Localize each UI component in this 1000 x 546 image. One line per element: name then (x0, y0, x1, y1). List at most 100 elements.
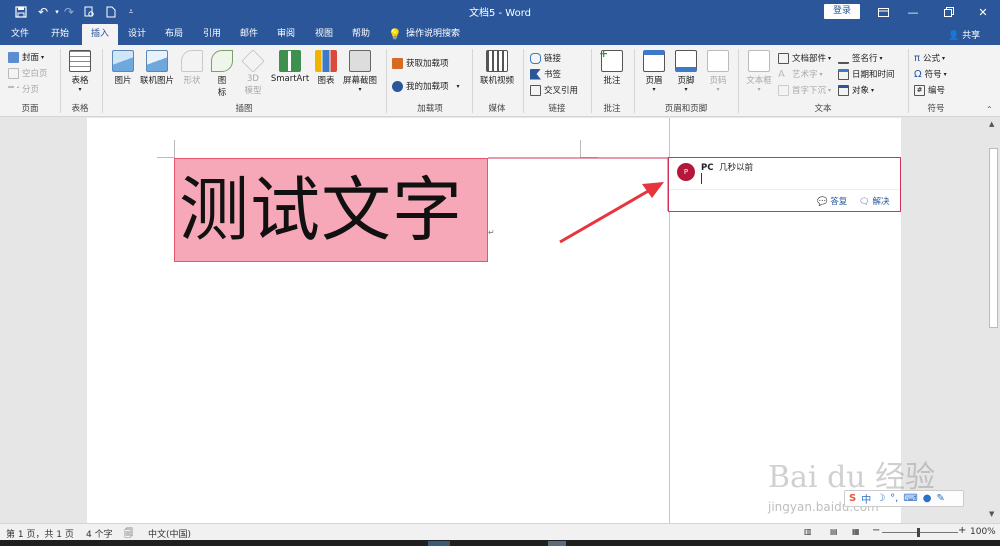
ribbon-display-options-icon[interactable] (866, 0, 900, 24)
drop-cap-label: 首字下沉 (792, 86, 827, 96)
chevron-down-icon: ▾ (456, 82, 460, 90)
tab-mailings[interactable]: 邮件 (232, 24, 266, 45)
read-mode-icon[interactable]: ▥ (804, 527, 812, 536)
addins-icon (392, 80, 403, 92)
bookmark-button[interactable]: 书签 (530, 67, 561, 81)
link-button[interactable]: 链接 (530, 51, 561, 65)
cross-reference-button[interactable]: 交叉引用 (530, 83, 578, 97)
chevron-down-icon: ▾ (943, 70, 947, 78)
comment-icon: + (599, 47, 623, 72)
tab-references[interactable]: 引用 (195, 24, 229, 45)
scroll-down-icon[interactable]: ▼ (989, 510, 994, 518)
tab-help[interactable]: 帮助 (344, 24, 378, 45)
page-number-button[interactable]: 页码 ▾ (704, 50, 732, 93)
web-layout-icon[interactable]: ▦ (852, 527, 860, 536)
annotation-arrow (559, 182, 664, 244)
3d-model-button[interactable]: 3D 模型 (240, 49, 266, 96)
tab-view[interactable]: 视图 (307, 24, 341, 45)
textbox-button[interactable]: 文本框 ▾ (742, 50, 776, 93)
shapes-button[interactable]: 形状 (178, 50, 206, 86)
language[interactable]: 中文(中国) (148, 527, 191, 540)
tab-insert[interactable]: 插入 (82, 24, 118, 45)
wordart-icon: A (778, 68, 785, 80)
calendar-icon (838, 68, 849, 80)
chevron-down-icon: ▾ (41, 53, 45, 61)
number-icon: # (914, 84, 925, 96)
collapse-ribbon-icon[interactable]: ⌃ (986, 105, 993, 114)
equation-button[interactable]: π 公式 ▾ (914, 51, 945, 65)
vertical-scrollbar[interactable]: ▲ ▼ (987, 118, 1000, 523)
tab-layout[interactable]: 布局 (157, 24, 191, 45)
chart-button[interactable]: 图表 (314, 50, 338, 86)
cover-page-button[interactable]: 封面 ▾ (8, 50, 44, 64)
minimize-icon[interactable]: — (896, 0, 930, 24)
word-count[interactable]: 4 个字 (86, 527, 113, 540)
shapes-icon (181, 50, 203, 72)
picture-label: 图片 (114, 76, 132, 86)
restore-icon[interactable] (932, 0, 966, 24)
page-count[interactable]: 第 1 页，共 1 页 (6, 527, 74, 540)
quick-parts-button[interactable]: 文档部件 ▾ (778, 51, 831, 65)
page-number-label: 页码 (709, 76, 727, 86)
object-button[interactable]: 对象 ▾ (838, 83, 874, 97)
chevron-down-icon: ▾ (828, 54, 832, 62)
chevron-down-icon: ▾ (358, 86, 362, 93)
tab-file[interactable]: 文件 (2, 24, 38, 45)
drop-cap-button[interactable]: 首字下沉 ▾ (778, 83, 831, 97)
blank-page-button[interactable]: 空白页 (8, 66, 48, 80)
online-picture-button[interactable]: 联机图片 (138, 50, 176, 86)
shapes-label: 形状 (183, 76, 201, 86)
lightbulb-icon: 💡 (388, 28, 402, 41)
get-addins-button[interactable]: 获取加载项 (392, 56, 449, 70)
scrollbar-thumb[interactable] (989, 148, 998, 328)
footer-button[interactable]: 页脚 ▾ (672, 50, 700, 93)
chevron-down-icon: ▾ (757, 86, 761, 93)
signature-icon (838, 53, 849, 64)
login-button[interactable]: 登录 (824, 4, 860, 19)
scroll-up-icon[interactable]: ▲ (989, 120, 994, 128)
tab-review[interactable]: 审阅 (269, 24, 303, 45)
blank-page-icon (8, 67, 19, 79)
screenshot-button[interactable]: 屏幕截图 ▾ (340, 50, 380, 93)
footer-icon (675, 50, 697, 72)
wordart-label: 艺术字 (792, 70, 818, 80)
zoom-slider-thumb[interactable] (917, 528, 920, 537)
close-icon[interactable]: ✕ (966, 0, 1000, 24)
symbol-button[interactable]: Ω 符号 ▾ (914, 67, 947, 81)
header-button[interactable]: 页眉 ▾ (640, 50, 668, 93)
chevron-down-icon: ▾ (78, 86, 82, 93)
person-icon: 👤 (948, 31, 960, 41)
my-addins-button[interactable]: 我的加载项 ▾ (392, 79, 460, 93)
zoom-out-icon[interactable]: − (872, 525, 880, 536)
tell-me-search[interactable]: 操作说明搜索 (406, 24, 470, 45)
page-break-button[interactable]: 分页 (8, 82, 39, 96)
new-comment-button[interactable]: + 批注 (596, 47, 628, 86)
zoom-level[interactable]: 100% (970, 527, 996, 537)
smartart-button[interactable]: SmartArt (270, 50, 310, 84)
table-button[interactable]: 表格 ▾ (64, 50, 96, 93)
smartart-icon (279, 50, 301, 72)
share-button[interactable]: 👤 共享 (948, 28, 980, 41)
print-layout-icon[interactable]: ▤ (830, 527, 838, 536)
wordart-button[interactable]: A 艺术字 ▾ (778, 67, 823, 81)
zoom-slider[interactable] (882, 532, 958, 533)
chevron-down-icon: ▾ (716, 86, 720, 93)
quick-parts-label: 文档部件 (792, 54, 827, 64)
link-label: 链接 (544, 54, 562, 64)
bookmark-label: 书签 (544, 70, 562, 80)
icons-button[interactable]: 图 标 (210, 50, 234, 98)
picture-button[interactable]: 图片 (108, 50, 138, 86)
chart-label: 图表 (317, 76, 335, 86)
ribbon-insert: 封面 ▾ 空白页 分页 页面 表格 ▾ 表格 图片 联机图片 形状 图 标 3D… (0, 45, 1000, 117)
group-label-media: 媒体 (488, 104, 506, 114)
signature-line-button[interactable]: 签名行 ▾ (838, 51, 883, 65)
online-video-button[interactable]: 联机视频 (476, 50, 518, 86)
number-button[interactable]: # 编号 (914, 83, 945, 97)
tab-design[interactable]: 设计 (120, 24, 154, 45)
date-time-button[interactable]: 日期和时间 (838, 67, 895, 81)
cube-icon (241, 49, 265, 73)
tab-home[interactable]: 开始 (42, 24, 78, 45)
zoom-in-icon[interactable]: + (958, 525, 966, 536)
store-icon (392, 57, 403, 69)
get-addins-label: 获取加载项 (406, 59, 449, 69)
